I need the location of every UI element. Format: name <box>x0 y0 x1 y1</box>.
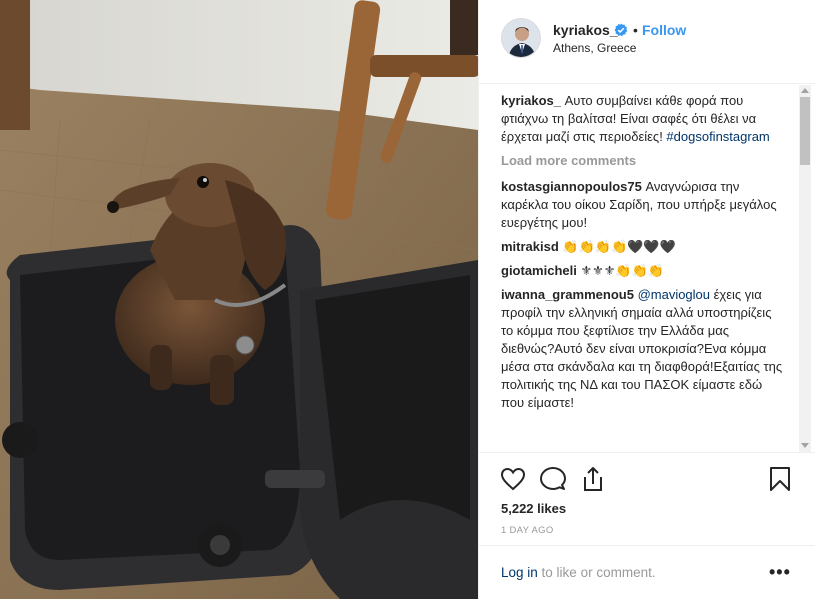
avatar[interactable] <box>501 18 541 58</box>
comments-scrollbar[interactable] <box>799 85 811 452</box>
scrollbar-thumb[interactable] <box>800 97 810 165</box>
likes-count[interactable]: 5,222 likes <box>501 501 566 516</box>
verified-badge-icon <box>614 23 628 37</box>
comment-icon[interactable] <box>539 465 567 493</box>
caption: kyriakos_ Αυτο συμβαίνει κάθε φορά που φ… <box>501 92 785 146</box>
comment-mention[interactable]: @mavioglou <box>638 287 710 302</box>
post-header: kyriakos_ • Follow Athens, Greece <box>479 0 815 84</box>
comment-username[interactable]: kostasgiannopoulos75 <box>501 179 642 194</box>
comment-username[interactable]: giotamicheli <box>501 263 577 278</box>
login-link[interactable]: Log in <box>501 565 538 580</box>
bookmark-icon[interactable] <box>766 465 794 493</box>
comment-text: 👏👏👏👏🖤🖤🖤 <box>558 239 676 254</box>
post-footer: Log in to like or comment. ••• <box>479 545 815 599</box>
avatar-image <box>502 19 540 57</box>
comment-text: ⚜⚜⚜👏👏👏 <box>576 263 664 278</box>
post-timestamp[interactable]: 1 DAY AGO <box>501 525 554 536</box>
post-username[interactable]: kyriakos_ <box>553 22 618 38</box>
comment-item: kostasgiannopoulos75 Αναγνώρισα την καρέ… <box>501 178 785 232</box>
scroll-up-arrow-icon[interactable] <box>801 88 809 93</box>
post-location[interactable]: Athens, Greece <box>553 41 636 55</box>
comments-list[interactable]: kyriakos_ Αυτο συμβαίνει κάθε φορά που φ… <box>479 85 815 452</box>
comment-text: έχεις για προφίλ την ελληνική σημαία αλλ… <box>501 287 783 410</box>
login-prompt-text: to like or comment. <box>537 565 656 580</box>
follow-button[interactable]: Follow <box>642 22 686 38</box>
comment-item: mitrakisd 👏👏👏👏🖤🖤🖤 <box>501 238 785 256</box>
login-prompt: Log in to like or comment. <box>501 565 656 580</box>
load-more-comments-button[interactable]: Load more comments <box>501 152 785 170</box>
comment-username[interactable]: mitrakisd <box>501 239 559 254</box>
comment-item: giotamicheli ⚜⚜⚜👏👏👏 <box>501 262 785 280</box>
more-options-icon[interactable]: ••• <box>769 562 791 583</box>
photo-dog-in-suitcase <box>0 0 478 599</box>
header-separator: • <box>633 22 638 38</box>
caption-hashtag[interactable]: #dogsofinstagram <box>666 129 769 144</box>
comment-username[interactable]: iwanna_grammenou5 <box>501 287 634 302</box>
comment-item: iwanna_grammenou5 @mavioglou έχεις για π… <box>501 286 785 412</box>
scroll-down-arrow-icon[interactable] <box>801 443 809 448</box>
heart-icon[interactable] <box>499 465 527 493</box>
post-sidebar: kyriakos_ • Follow Athens, Greece kyriak… <box>478 0 815 599</box>
caption-username[interactable]: kyriakos_ <box>501 93 561 108</box>
post-photo[interactable] <box>0 0 478 599</box>
share-icon[interactable] <box>579 465 607 493</box>
post-actions <box>479 452 815 504</box>
